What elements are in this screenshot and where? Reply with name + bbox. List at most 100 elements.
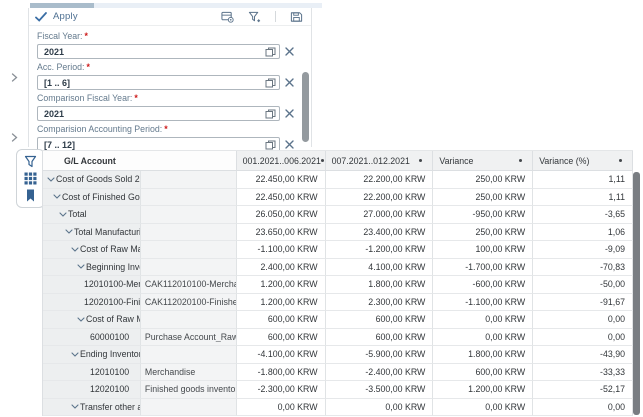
account-description-cell bbox=[140, 188, 237, 206]
expand-row-icon[interactable] bbox=[10, 73, 19, 82]
column-menu-dot-icon[interactable] bbox=[519, 159, 523, 162]
period1-value-cell: 2.400,00 KRW bbox=[236, 258, 326, 276]
gl-account-cell[interactable]: Cost of Goods Sold 2 yea bbox=[43, 171, 141, 189]
grid-icon[interactable] bbox=[24, 172, 37, 185]
table-row[interactable]: Cost of Finished Goods 22.450,00 KRW 22.… bbox=[43, 188, 633, 206]
table-row[interactable]: 12010100-Merch CAK112010100-Merchandise … bbox=[43, 276, 633, 294]
gl-account-cell[interactable]: Cost of Raw Mate bbox=[43, 311, 141, 329]
input-value: 2021 bbox=[44, 46, 65, 57]
table-row[interactable]: Ending Inventory -4.100,00 KRW -5.900,00… bbox=[43, 346, 633, 364]
gl-account-label: 12020100 bbox=[90, 384, 130, 395]
table-body: Cost of Goods Sold 2 yea 22.450,00 KRW 2… bbox=[43, 171, 634, 416]
variance-pct-value-cell: -91,67 bbox=[533, 293, 633, 311]
gl-account-cell[interactable]: 12020100 bbox=[43, 381, 141, 399]
value-help-icon[interactable] bbox=[265, 140, 276, 150]
chevron-down-icon[interactable] bbox=[76, 314, 86, 324]
clear-icon[interactable] bbox=[285, 109, 294, 118]
gl-account-label: Cost of Goods Sold 2 yea bbox=[56, 174, 140, 185]
account-description-cell bbox=[140, 206, 237, 224]
column-menu-dot-icon[interactable] bbox=[419, 159, 423, 162]
period2-column-header[interactable]: 007.2021..012.2021 bbox=[325, 151, 434, 171]
value-help-icon[interactable] bbox=[265, 78, 276, 88]
variance-value-cell: 1.200,00 KRW bbox=[433, 381, 534, 399]
gl-account-cell[interactable]: 12010100 bbox=[43, 363, 141, 381]
gl-account-column-header[interactable]: G/L Account bbox=[43, 151, 237, 171]
chevron-down-icon[interactable] bbox=[46, 174, 56, 184]
acc-period-input[interactable]: [1 .. 6] bbox=[37, 75, 280, 90]
variance-pct-column-header[interactable]: Variance (%) bbox=[533, 151, 633, 171]
gl-account-cell[interactable]: 12010100-Merch bbox=[43, 276, 141, 294]
show-filter-values-icon[interactable] bbox=[221, 11, 234, 23]
gl-account-cell[interactable]: Cost of Raw Materi bbox=[43, 241, 141, 259]
table-row[interactable]: Beginning Invento 2.400,00 KRW 4.100,00 … bbox=[43, 258, 634, 276]
table-row[interactable]: 12010100 Merchandise -1.800,00 KRW -2.40… bbox=[43, 363, 633, 381]
account-description-cell: Purchase Account_Raw Mate bbox=[140, 328, 237, 346]
gl-account-label: 12010100-Merch bbox=[84, 279, 140, 290]
table-row[interactable]: 12020100-Finish CAK112020100-Finished go… bbox=[43, 293, 633, 311]
period1-value-cell: -2.300,00 KRW bbox=[236, 381, 326, 399]
chevron-down-icon[interactable] bbox=[64, 227, 74, 237]
required-asterisk: * bbox=[164, 124, 168, 134]
value-help-icon[interactable] bbox=[265, 109, 276, 119]
table-row[interactable]: Total Manufacturing ( 23.650,00 KRW 23.4… bbox=[43, 223, 633, 241]
gl-account-cell[interactable]: Cost of Finished Goods bbox=[43, 188, 141, 206]
period1-column-header[interactable]: 001.2021..006.2021 bbox=[236, 151, 326, 171]
vertical-scrollbar-thumb[interactable] bbox=[302, 72, 309, 142]
save-icon[interactable] bbox=[290, 11, 303, 23]
table-row[interactable]: Cost of Raw Materi -1.100,00 KRW -1.200,… bbox=[43, 241, 633, 259]
expand-row-icon[interactable] bbox=[10, 133, 19, 142]
chevron-down-icon[interactable] bbox=[70, 349, 80, 359]
gl-account-cell[interactable]: Ending Inventory bbox=[43, 346, 141, 364]
add-filter-icon[interactable] bbox=[248, 11, 261, 23]
variance-column-header[interactable]: Variance bbox=[433, 151, 534, 171]
gl-account-cell[interactable]: 12020100-Finish bbox=[43, 293, 141, 311]
required-asterisk: * bbox=[84, 31, 88, 41]
account-description-cell bbox=[140, 258, 237, 276]
table-row[interactable]: 60000100 Purchase Account_Raw Mate 600,0… bbox=[43, 328, 633, 346]
apply-button[interactable]: Apply bbox=[53, 11, 78, 22]
clear-icon[interactable] bbox=[285, 47, 294, 56]
fiscal-year-input[interactable]: 2021 bbox=[37, 44, 280, 59]
account-description-cell bbox=[140, 346, 237, 364]
table-row[interactable]: Total 26.050,00 KRW 27.000,00 KRW -950,0… bbox=[43, 206, 633, 224]
clear-icon[interactable] bbox=[285, 78, 294, 87]
filter-icon[interactable] bbox=[24, 155, 37, 168]
toolbar-separator bbox=[275, 11, 276, 22]
gl-account-cell[interactable]: Total bbox=[43, 206, 141, 224]
input-value: [1 .. 6] bbox=[44, 77, 71, 88]
gl-account-label: Total Manufacturing ( bbox=[74, 226, 140, 237]
account-description-cell: CAK112020100-Finished goo bbox=[140, 293, 237, 311]
gl-account-label: Cost of Raw Materi bbox=[80, 244, 140, 255]
column-menu-dot-icon[interactable] bbox=[619, 159, 622, 162]
table-row[interactable]: Cost of Raw Mate 600,00 KRW 600,00 KRW 0… bbox=[43, 311, 634, 329]
chevron-down-icon[interactable] bbox=[70, 244, 80, 254]
chevron-down-icon[interactable] bbox=[70, 402, 80, 412]
gl-account-cell[interactable]: Total Manufacturing ( bbox=[43, 223, 141, 241]
gl-account-cell[interactable]: Beginning Invento bbox=[43, 258, 141, 276]
account-description-cell: Finished goods inventory bbox=[140, 381, 237, 399]
chevron-down-icon[interactable] bbox=[76, 262, 86, 272]
variance-pct-value-cell: -43,90 bbox=[533, 346, 633, 364]
chevron-down-icon[interactable] bbox=[52, 192, 62, 202]
variance-value-cell: 0,00 KRW bbox=[433, 398, 534, 416]
comparison-fiscal-year-input[interactable]: 2021 bbox=[37, 106, 280, 121]
filter-panel: Apply Fiscal Year: * 2021 Acc. Period: *… bbox=[28, 8, 312, 152]
table-row[interactable]: Transfer other acc 0,00 KRW 0,00 KRW 0,0… bbox=[43, 398, 633, 416]
variance-value-cell: 600,00 KRW bbox=[433, 363, 534, 381]
period1-value-cell: 600,00 KRW bbox=[236, 328, 326, 346]
chevron-down-icon[interactable] bbox=[58, 209, 68, 219]
gl-account-cell[interactable]: 60000100 bbox=[43, 328, 141, 346]
period1-value-cell: 22.450,00 KRW bbox=[236, 171, 326, 189]
table-row[interactable]: Cost of Goods Sold 2 yea 22.450,00 KRW 2… bbox=[43, 171, 633, 189]
table-vertical-scrollbar[interactable] bbox=[633, 172, 640, 415]
bookmark-icon[interactable] bbox=[24, 189, 37, 202]
column-menu-dot-icon[interactable] bbox=[320, 159, 324, 162]
variance-pct-value-cell: 0,00 bbox=[533, 311, 634, 329]
field-label: Comparision Accounting Period: * bbox=[37, 124, 168, 134]
period2-value-cell: 22.200,00 KRW bbox=[325, 188, 434, 206]
variance-pct-value-cell: -50,00 bbox=[533, 276, 633, 294]
clear-icon[interactable] bbox=[285, 140, 294, 149]
gl-account-cell[interactable]: Transfer other acc bbox=[43, 398, 141, 416]
value-help-icon[interactable] bbox=[265, 47, 276, 57]
table-row[interactable]: 12020100 Finished goods inventory -2.300… bbox=[43, 381, 633, 399]
